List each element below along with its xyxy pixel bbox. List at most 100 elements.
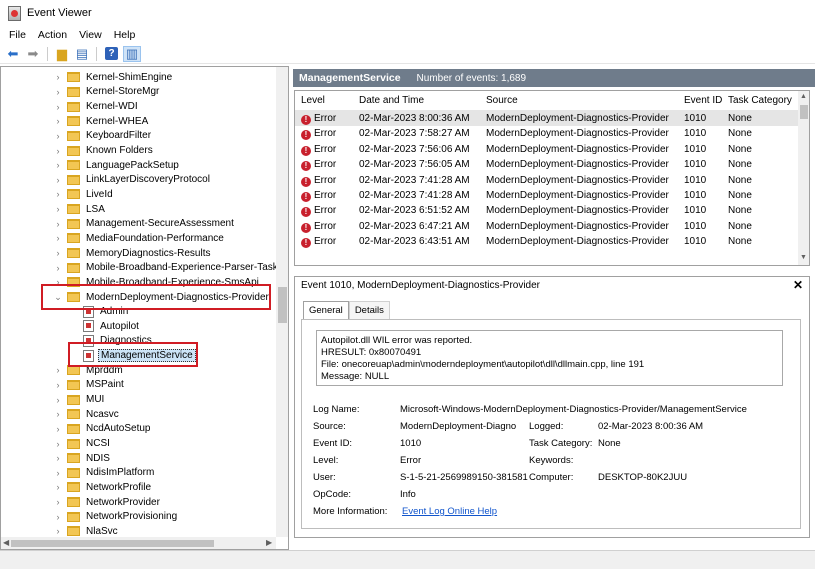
chevron-right-icon[interactable]: ›	[53, 263, 63, 273]
chevron-right-icon[interactable]: ›	[53, 116, 63, 126]
tree-item-label: KeyboardFilter	[86, 130, 152, 142]
chevron-right-icon[interactable]: ›	[53, 146, 63, 156]
column-level[interactable]: Level	[301, 95, 325, 106]
chevron-right-icon[interactable]: ›	[53, 233, 63, 243]
chevron-right-icon[interactable]: ›	[53, 131, 63, 141]
column-source[interactable]: Source	[486, 95, 518, 106]
show-hide-pane-icon[interactable]: ▥	[123, 45, 141, 62]
tree-item-label: Kernel-StoreMgr	[86, 86, 160, 98]
event-log-online-help-link[interactable]: Event Log Online Help	[402, 506, 497, 517]
tree-item[interactable]: › MSPaint	[53, 378, 126, 393]
chevron-right-icon[interactable]: ›	[53, 219, 63, 229]
close-icon[interactable]: ✕	[793, 278, 803, 292]
event-row[interactable]: ! Error 02-Mar-2023 7:41:28 AM ModernDeploy…	[295, 173, 798, 188]
tree-item[interactable]: › LinkLayerDiscoveryProtocol	[53, 173, 212, 188]
chevron-right-icon[interactable]: ›	[53, 189, 63, 199]
chevron-right-icon[interactable]: ›	[53, 424, 63, 434]
menu-help[interactable]: Help	[108, 29, 142, 41]
chevron-right-icon[interactable]: ›	[53, 453, 63, 463]
tree-item[interactable]: › Ncasvc	[53, 407, 121, 422]
column-event-id[interactable]: Event ID	[684, 95, 722, 106]
chevron-right-icon[interactable]: ›	[53, 365, 63, 375]
detail-tabs: General Details	[303, 301, 390, 319]
tree-item[interactable]: › NetworkProvisioning	[53, 510, 179, 525]
up-folder-icon[interactable]: ▆	[53, 46, 71, 62]
tree-item[interactable]: › LiveId	[53, 187, 115, 202]
event-source: ModernDeployment-Diagnostics-Provider	[486, 128, 669, 140]
menu-action[interactable]: Action	[32, 29, 73, 41]
tree-item[interactable]: › NetworkProfile	[53, 480, 153, 495]
help-icon[interactable]: ?	[105, 47, 118, 60]
tree-item[interactable]: › NetworkProvider	[53, 495, 162, 510]
scrollbar-thumb[interactable]	[800, 105, 808, 119]
tree-item[interactable]: › MemoryDiagnostics-Results	[53, 246, 212, 261]
tree-item[interactable]: › Kernel-WHEA	[53, 114, 150, 129]
event-level-text: Error	[314, 128, 337, 140]
forward-arrow-icon[interactable]: ➡	[24, 46, 42, 62]
chevron-right-icon[interactable]: ›	[53, 482, 63, 492]
column-task-category[interactable]: Task Category	[728, 95, 792, 106]
event-list-scrollbar[interactable]: ▲ ▼	[798, 91, 809, 265]
tree-item[interactable]: › MediaFoundation-Performance	[53, 231, 226, 246]
scrollbar-thumb[interactable]	[278, 287, 287, 323]
back-arrow-icon[interactable]: ⬅	[4, 46, 22, 62]
chevron-right-icon[interactable]: ›	[53, 102, 63, 112]
chevron-right-icon[interactable]: ›	[53, 439, 63, 449]
tree-item[interactable]: › Management-SecureAssessment	[53, 217, 236, 232]
computer-label: Computer:	[529, 472, 574, 483]
chevron-right-icon[interactable]: ›	[53, 395, 63, 405]
scroll-left-icon[interactable]: ◀	[3, 538, 9, 547]
chevron-right-icon[interactable]: ›	[53, 468, 63, 478]
tree-item[interactable]: › NCSI	[53, 436, 112, 451]
event-list[interactable]: Level Date and Time Source Event ID Task…	[294, 90, 810, 266]
tree-item[interactable]: › LanguagePackSetup	[53, 158, 181, 173]
tab-details[interactable]: Details	[348, 301, 390, 319]
event-row[interactable]: ! Error 02-Mar-2023 7:41:28 AM ModernDeploy…	[295, 188, 798, 203]
chevron-right-icon[interactable]: ›	[53, 497, 63, 507]
tree-item[interactable]: › MUI	[53, 392, 106, 407]
event-row[interactable]: ! Error 02-Mar-2023 6:43:51 AM ModernDeploy…	[295, 234, 798, 249]
event-row[interactable]: ! Error 02-Mar-2023 6:47:21 AM ModernDeploy…	[295, 219, 798, 234]
tree-item[interactable]: › Known Folders	[53, 143, 155, 158]
tree-item[interactable]: › NDIS	[53, 451, 112, 466]
tree-item[interactable]: › NdisImPlatform	[53, 466, 156, 481]
event-row[interactable]: ! Error 02-Mar-2023 6:51:52 AM ModernDeploy…	[295, 203, 798, 218]
event-row[interactable]: ! Error 02-Mar-2023 8:00:36 AM ModernDeploy…	[295, 111, 798, 127]
chevron-right-icon[interactable]: ›	[53, 160, 63, 170]
event-task-category: None	[728, 128, 752, 140]
chevron-right-icon[interactable]: ›	[53, 380, 63, 390]
chevron-right-icon[interactable]: ›	[53, 526, 63, 536]
event-level: ! Error	[301, 159, 336, 172]
properties-icon[interactable]: ▤	[73, 46, 91, 62]
event-row[interactable]: ! Error 02-Mar-2023 7:56:05 AM ModernDeploy…	[295, 157, 798, 172]
tree-item[interactable]: › Kernel-WDI	[53, 99, 140, 114]
event-date-time: 02-Mar-2023 6:51:52 AM	[359, 205, 470, 217]
tree-item[interactable]: › Kernel-ShimEngine	[53, 70, 174, 85]
chevron-right-icon[interactable]: ›	[53, 72, 63, 82]
scroll-up-icon[interactable]: ▲	[800, 93, 807, 100]
tree-item[interactable]: › KeyboardFilter	[53, 129, 153, 144]
tree-item[interactable]: › Kernel-StoreMgr	[53, 85, 161, 100]
menu-file[interactable]: File	[0, 29, 32, 41]
chevron-right-icon[interactable]: ›	[53, 512, 63, 522]
column-date-time[interactable]: Date and Time	[359, 95, 424, 106]
scrollbar-thumb[interactable]	[11, 540, 214, 547]
tree-item[interactable]: › NcdAutoSetup	[53, 422, 153, 437]
tree-item[interactable]: › Mobile-Broadband-Experience-Parser-Task	[53, 260, 280, 275]
tree-horizontal-scrollbar[interactable]: ◀ ▶	[1, 537, 276, 549]
event-row[interactable]: ! Error 02-Mar-2023 7:56:06 AM ModernDeploy…	[295, 142, 798, 157]
chevron-right-icon[interactable]: ›	[53, 248, 63, 258]
tree-item[interactable]: › LSA	[53, 202, 107, 217]
tab-general[interactable]: General	[303, 301, 349, 319]
scroll-right-icon[interactable]: ▶	[266, 538, 272, 547]
chevron-right-icon[interactable]: ›	[53, 409, 63, 419]
tree-item[interactable]: Autopilot	[83, 319, 141, 334]
event-row[interactable]: ! Error 02-Mar-2023 7:58:27 AM ModernDeploy…	[295, 126, 798, 141]
event-message[interactable]: Autopilot.dll WIL error was reported. HR…	[316, 330, 783, 386]
chevron-right-icon[interactable]: ›	[53, 87, 63, 97]
scroll-down-icon[interactable]: ▼	[800, 254, 807, 261]
menu-view[interactable]: View	[73, 29, 108, 41]
chevron-right-icon[interactable]: ›	[53, 175, 63, 185]
tree-vertical-scrollbar[interactable]	[276, 67, 288, 537]
chevron-right-icon[interactable]: ›	[53, 204, 63, 214]
